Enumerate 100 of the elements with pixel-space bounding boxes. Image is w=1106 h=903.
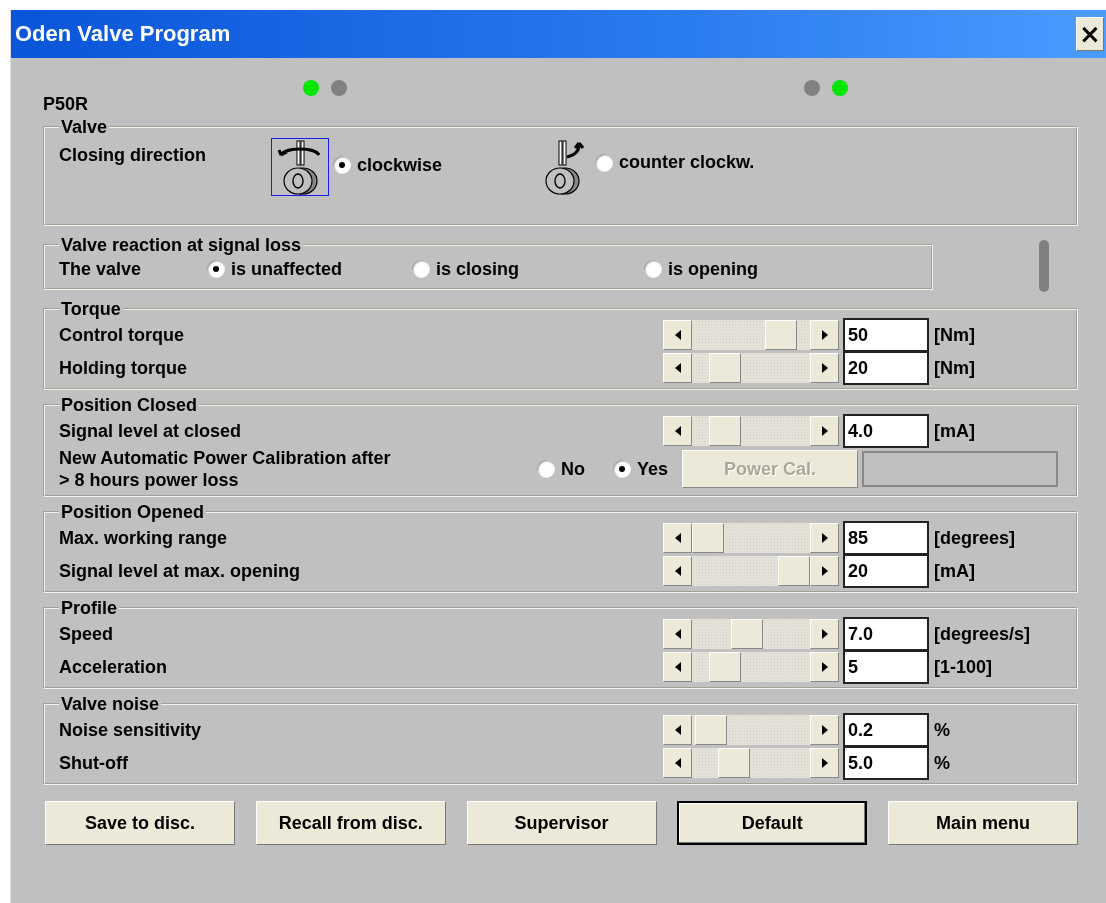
right-arrow-button[interactable] [810, 619, 839, 649]
setting-label: Signal level at max. opening [59, 560, 302, 582]
group-title: Valve reaction at signal loss [60, 236, 303, 254]
unit-label: [mA] [934, 420, 976, 442]
setting-label: Closing direction [59, 144, 207, 166]
left-arrow-icon [674, 363, 681, 373]
radio-button[interactable]: counter clockw. [595, 152, 755, 173]
radio-circle[interactable] [207, 260, 225, 278]
value-field[interactable]: 50 [843, 318, 929, 352]
slider-thumb[interactable] [717, 748, 750, 778]
left-arrow-button[interactable] [663, 523, 692, 553]
value-field[interactable]: 7.0 [843, 617, 929, 651]
unit-label: % [934, 719, 951, 741]
left-arrow-button[interactable] [663, 320, 692, 350]
radio-circle[interactable] [412, 260, 430, 278]
slider-thumb[interactable] [709, 353, 742, 383]
right-arrow-icon [821, 566, 828, 576]
right-arrow-button[interactable] [810, 556, 839, 586]
right-arrow-button[interactable] [810, 748, 839, 778]
scrollbar-slider[interactable] [663, 416, 839, 446]
left-arrow-button[interactable] [663, 416, 692, 446]
left-arrow-button[interactable] [663, 715, 692, 745]
radio-circle[interactable] [595, 153, 613, 172]
left-arrow-icon [674, 758, 681, 768]
unit-label: [degrees] [934, 527, 1017, 549]
dialog-button[interactable]: Recall from disc. [255, 801, 446, 845]
left-arrow-icon [674, 662, 681, 672]
scroll-thumb[interactable] [1039, 240, 1049, 292]
left-arrow-button[interactable] [663, 556, 692, 586]
slider-thumb[interactable] [709, 416, 742, 446]
slider-thumb[interactable] [694, 715, 727, 745]
setting-label: Holding torque [59, 357, 188, 379]
left-arrow-icon [674, 629, 681, 639]
scrollbar-slider[interactable] [663, 619, 839, 649]
right-arrow-button[interactable] [810, 715, 839, 745]
slider-thumb[interactable] [778, 556, 810, 586]
left-arrow-button[interactable] [663, 353, 692, 383]
right-arrow-button[interactable] [810, 353, 839, 383]
scrollbar-slider[interactable] [663, 652, 839, 682]
unit-label: [mA] [934, 560, 976, 582]
setting-label: Shut-off [59, 752, 129, 774]
value-field[interactable]: 85 [843, 521, 929, 555]
value-field[interactable]: 5.0 [843, 746, 929, 780]
unit-label: [1-100] [934, 656, 994, 678]
value-field[interactable]: 4.0 [843, 414, 929, 448]
left-arrow-button[interactable] [663, 619, 692, 649]
dialog-button[interactable]: Default [677, 801, 868, 845]
right-arrow-icon [821, 629, 828, 639]
left-arrow-icon [674, 533, 681, 543]
right-arrow-button[interactable] [810, 523, 839, 553]
scrollbar-slider[interactable] [663, 748, 839, 778]
right-arrow-icon [821, 330, 828, 340]
slider-thumb[interactable] [765, 320, 798, 350]
slider-thumb[interactable] [709, 652, 742, 682]
right-arrow-button[interactable] [810, 652, 839, 682]
right-arrow-button[interactable] [810, 416, 839, 446]
left-arrow-icon [674, 566, 681, 576]
unit-label: [degrees/s] [934, 623, 1032, 645]
model-label: P50R [43, 94, 90, 115]
unit-label: [Nm] [934, 324, 976, 346]
value-field[interactable]: 0.2 [843, 713, 929, 747]
scrollbar-slider[interactable] [663, 715, 839, 745]
right-arrow-button[interactable] [810, 320, 839, 350]
dialog-button[interactable]: Save to disc. [45, 801, 235, 845]
radio-button[interactable]: is closing [412, 258, 644, 280]
unit-label: [Nm] [934, 357, 976, 379]
radio-button[interactable]: clockwise [333, 154, 443, 176]
scrollbar-slider[interactable] [663, 320, 839, 350]
left-arrow-icon [674, 426, 681, 436]
window-title: Oden Valve Program [15, 21, 231, 47]
icon-frame[interactable] [271, 138, 329, 196]
setting-label: New Automatic Power Calibration after > 8 hours power loss [59, 447, 392, 491]
close-button[interactable]: × [1076, 17, 1104, 51]
setting-label: Acceleration [59, 656, 169, 678]
radio-button[interactable]: is unaffected [207, 258, 412, 280]
unit-label: % [934, 752, 951, 774]
value-field[interactable]: 5 [843, 650, 929, 684]
setting-label: The valve [59, 258, 143, 280]
scrollbar-slider[interactable] [663, 523, 839, 553]
slider-thumb[interactable] [692, 523, 724, 553]
right-arrow-icon [821, 363, 828, 373]
radio-circle[interactable] [333, 156, 351, 174]
dialog-button[interactable]: Main menu [888, 801, 1078, 845]
group-title: Position Opened [60, 503, 205, 521]
dialog-button[interactable]: Supervisor [466, 801, 657, 845]
setting-label: Noise sensitivity [59, 719, 203, 741]
scrollbar-slider[interactable] [663, 353, 839, 383]
value-field[interactable]: 20 [843, 351, 929, 385]
radio-circle[interactable] [644, 260, 662, 278]
value-field[interactable]: 20 [843, 554, 929, 588]
slider-thumb[interactable] [730, 619, 763, 649]
left-arrow-button[interactable] [663, 652, 692, 682]
setting-label: Signal level at closed [59, 420, 243, 442]
radio-button[interactable]: is opening [644, 258, 917, 280]
right-arrow-icon [821, 725, 828, 735]
left-arrow-icon [674, 725, 681, 735]
left-arrow-button[interactable] [663, 748, 692, 778]
right-arrow-icon [821, 758, 828, 768]
scrollbar-slider[interactable] [663, 556, 839, 586]
group-title: Position Closed [60, 396, 198, 414]
